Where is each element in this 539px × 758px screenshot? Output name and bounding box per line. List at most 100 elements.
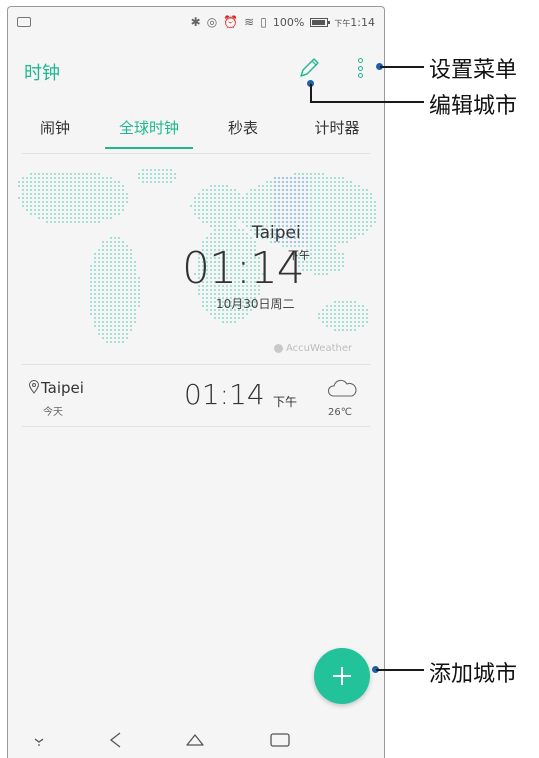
map-dot bbox=[322, 313, 324, 315]
map-dot bbox=[286, 197, 288, 199]
accuweather-logo-icon bbox=[274, 344, 283, 353]
map-dot bbox=[318, 313, 320, 315]
map-dot bbox=[214, 193, 216, 195]
map-dot bbox=[122, 261, 124, 263]
map-dot bbox=[266, 201, 268, 203]
pencil-edit-icon[interactable] bbox=[295, 54, 323, 82]
map-dot bbox=[130, 273, 132, 275]
home-icon[interactable] bbox=[184, 729, 206, 751]
map-dot bbox=[270, 185, 272, 187]
map-dot bbox=[42, 205, 44, 207]
map-dot bbox=[114, 197, 116, 199]
map-dot bbox=[94, 177, 96, 179]
map-dot bbox=[362, 217, 364, 219]
map-dot bbox=[54, 189, 56, 191]
map-dot bbox=[70, 181, 72, 183]
map-dot bbox=[34, 185, 36, 187]
map-dot bbox=[298, 209, 300, 211]
map-dot bbox=[322, 249, 324, 251]
map-dot bbox=[22, 189, 24, 191]
map-dot bbox=[362, 305, 364, 307]
map-dot bbox=[322, 189, 324, 191]
map-dot bbox=[230, 189, 232, 191]
map-dot bbox=[270, 181, 272, 183]
map-dot bbox=[338, 317, 340, 319]
map-dot bbox=[90, 181, 92, 183]
map-dot bbox=[326, 309, 328, 311]
more-vert-icon[interactable] bbox=[354, 56, 366, 80]
map-dot bbox=[258, 185, 260, 187]
recent-apps-icon[interactable] bbox=[269, 729, 291, 751]
map-dot bbox=[70, 205, 72, 207]
map-dot bbox=[306, 193, 308, 195]
map-dot bbox=[126, 269, 128, 271]
map-dot bbox=[138, 305, 140, 307]
map-dot bbox=[74, 177, 76, 179]
map-dot bbox=[74, 217, 76, 219]
map-dot bbox=[302, 237, 304, 239]
map-dot bbox=[106, 189, 108, 191]
map-dot bbox=[42, 181, 44, 183]
map-dot bbox=[246, 233, 248, 235]
map-dot bbox=[134, 277, 136, 279]
map-dot bbox=[306, 177, 308, 179]
map-dot bbox=[82, 201, 84, 203]
map-dot bbox=[114, 297, 116, 299]
map-dot bbox=[126, 193, 128, 195]
map-dot bbox=[294, 189, 296, 191]
map-dot bbox=[70, 189, 72, 191]
map-dot bbox=[94, 201, 96, 203]
map-dot bbox=[334, 317, 336, 319]
map-dot bbox=[98, 249, 100, 251]
map-dot bbox=[34, 201, 36, 203]
map-dot bbox=[330, 221, 332, 223]
map-dot bbox=[110, 197, 112, 199]
map-dot bbox=[238, 209, 240, 211]
map-dot bbox=[302, 213, 304, 215]
map-dot bbox=[54, 205, 56, 207]
map-dot bbox=[294, 213, 296, 215]
map-dot bbox=[38, 177, 40, 179]
map-dot bbox=[286, 217, 288, 219]
map-dot bbox=[310, 245, 312, 247]
map-dot bbox=[114, 249, 116, 251]
map-dot bbox=[94, 205, 96, 207]
map-dot bbox=[350, 317, 352, 319]
map-dot bbox=[98, 201, 100, 203]
map-dot bbox=[94, 185, 96, 187]
tab-timer[interactable]: 计时器 bbox=[290, 107, 384, 153]
map-dot bbox=[38, 209, 40, 211]
map-dot bbox=[330, 181, 332, 183]
map-dot bbox=[254, 193, 256, 195]
map-dot bbox=[282, 201, 284, 203]
map-dot bbox=[106, 197, 108, 199]
map-dot bbox=[302, 205, 304, 207]
map-dot bbox=[98, 185, 100, 187]
map-dot bbox=[266, 181, 268, 183]
map-dot bbox=[362, 313, 364, 315]
map-dot bbox=[98, 333, 100, 335]
map-dot bbox=[62, 177, 64, 179]
map-dot bbox=[114, 293, 116, 295]
map-dot bbox=[342, 213, 344, 215]
tab-stopwatch[interactable]: 秒表 bbox=[196, 107, 290, 153]
back-icon[interactable] bbox=[105, 729, 127, 751]
map-dot bbox=[222, 225, 224, 227]
map-dot bbox=[302, 209, 304, 211]
map-dot bbox=[158, 177, 160, 179]
map-dot bbox=[370, 201, 372, 203]
map-dot bbox=[338, 269, 340, 271]
map-dot bbox=[206, 197, 208, 199]
map-dot bbox=[214, 237, 216, 239]
tab-world-clock[interactable]: 全球时钟 bbox=[102, 107, 196, 153]
tab-alarm[interactable]: 闹钟 bbox=[8, 107, 102, 153]
chevron-down-icon[interactable] bbox=[28, 729, 50, 751]
list-item[interactable]: Taipei 今天 01:14 下午 26℃ bbox=[8, 369, 384, 431]
map-dot bbox=[102, 285, 104, 287]
map-dot bbox=[154, 177, 156, 179]
map-dot bbox=[202, 213, 204, 215]
map-dot bbox=[102, 305, 104, 307]
map-dot bbox=[62, 213, 64, 215]
city-ampm: 下午 bbox=[273, 395, 298, 409]
add-city-button[interactable] bbox=[314, 648, 370, 704]
